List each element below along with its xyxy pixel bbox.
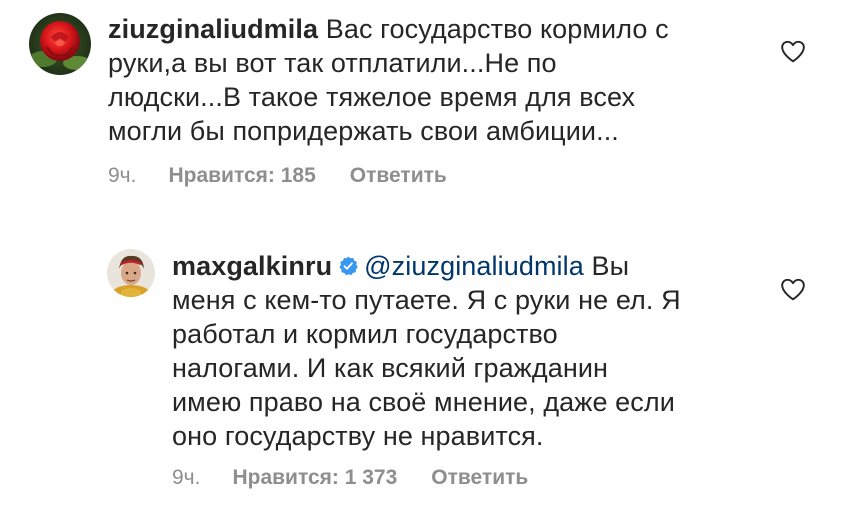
reply-button[interactable]: Ответить [431, 466, 528, 490]
mention-link[interactable]: @ziuzginaliudmila [364, 251, 584, 281]
comment-line: maxgalkinru @ziuzginaliudmila Вы [172, 249, 782, 283]
avatar[interactable] [29, 13, 91, 75]
comment-meta: 9ч. Нравится: 185 Ответить [108, 164, 447, 188]
comment-time: 9ч. [172, 466, 201, 489]
likes-count[interactable]: Нравится: 185 [168, 164, 315, 188]
rose-photo-avatar-icon [29, 13, 91, 75]
comment-line: могли бы попридержать свои амбиции... [108, 116, 619, 146]
comment-line: оно государству не нравится. [172, 421, 544, 451]
comment-line: меня с кем-то путаете. Я с руки не ел. Я [172, 285, 681, 315]
avatar[interactable] [107, 249, 155, 297]
username-link[interactable]: ziuzginaliudmila [108, 14, 318, 44]
heart-outline-icon[interactable] [780, 277, 806, 301]
comment-line: ziuzginaliudmila Вас государство кормило… [108, 12, 828, 46]
comment-meta: 9ч. Нравится: 1 373 Ответить [172, 466, 528, 490]
comment-line: имею право на своё мнение, даже если [172, 387, 675, 417]
comment-line-text: Вы [591, 251, 630, 281]
person-photo-avatar-icon [107, 249, 155, 297]
heart-outline-icon[interactable] [780, 39, 806, 63]
comment-line-text: Вас государство кормило с [325, 14, 669, 44]
comment-line: людски...В такое тяжелое время для всех [108, 82, 636, 112]
reply-comment-item: maxgalkinru @ziuzginaliudmila Вы меня с к… [0, 230, 850, 523]
comment-text: ziuzginaliudmila Вас государство кормило… [108, 12, 828, 148]
username-link[interactable]: maxgalkinru [172, 251, 332, 281]
comment-time: 9ч. [108, 164, 137, 187]
comment-line: налогами. И как всякий гражданин [172, 353, 609, 383]
verified-badge-icon [339, 256, 358, 276]
likes-count[interactable]: Нравится: 1 373 [232, 466, 397, 490]
comment-line: работал и кормил государство [172, 319, 558, 349]
comment-text: maxgalkinru @ziuzginaliudmila Вы меня с к… [172, 249, 782, 453]
comment-item: ziuzginaliudmila Вас государство кормило… [0, 0, 850, 200]
reply-button[interactable]: Ответить [350, 164, 447, 188]
comment-line: руки,а вы вот так отплатили...Не по [108, 48, 557, 78]
